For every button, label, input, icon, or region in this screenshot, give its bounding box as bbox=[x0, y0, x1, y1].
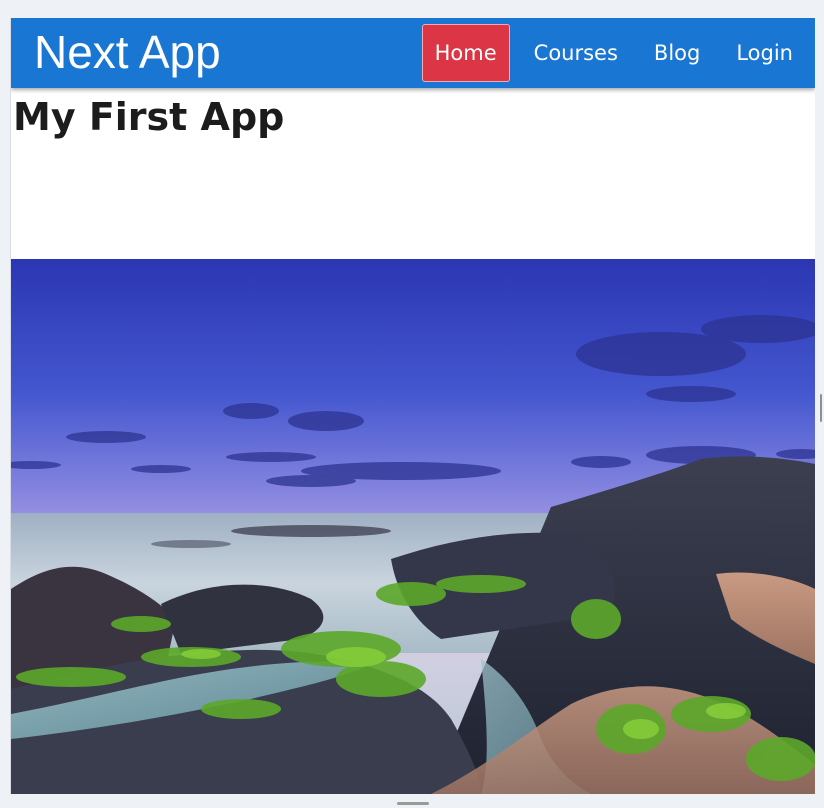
page-title: My First App bbox=[13, 95, 285, 139]
top-navbar: Next App Home Courses Blog Login bbox=[11, 18, 815, 88]
horizontal-scrollbar-thumb[interactable] bbox=[397, 802, 429, 805]
browser-viewport: Next App Home Courses Blog Login My Firs… bbox=[10, 18, 815, 794]
vertical-scrollbar-thumb[interactable] bbox=[820, 394, 822, 422]
hero-landscape-image bbox=[11, 259, 815, 794]
main-nav: Home Courses Blog Login bbox=[421, 24, 815, 82]
nav-link-login[interactable]: Login bbox=[724, 25, 805, 81]
nav-link-courses[interactable]: Courses bbox=[522, 25, 630, 81]
brand-logo-text[interactable]: Next App bbox=[34, 24, 221, 80]
nav-link-blog[interactable]: Blog bbox=[642, 25, 712, 81]
nav-link-home[interactable]: Home bbox=[421, 24, 510, 82]
